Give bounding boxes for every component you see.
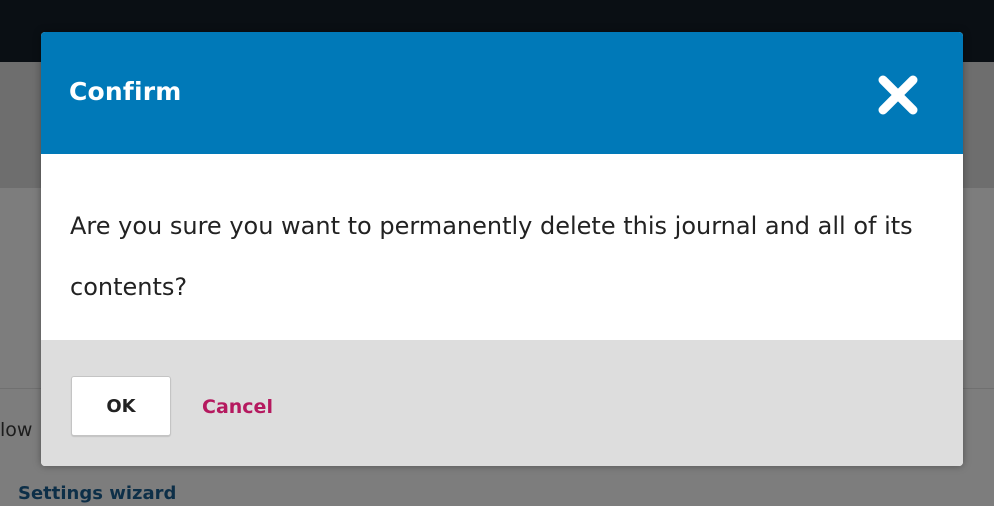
dialog-body: Are you sure you want to permanently del…	[41, 154, 963, 340]
dialog-title: Confirm	[69, 77, 182, 106]
dialog-header: Confirm	[41, 32, 963, 154]
ok-button[interactable]: OK	[71, 376, 171, 436]
close-button[interactable]	[875, 72, 921, 118]
cancel-link[interactable]: Cancel	[202, 396, 273, 418]
close-icon	[878, 75, 918, 115]
background-text-fragment: low	[0, 419, 33, 441]
confirm-message: Are you sure you want to permanently del…	[70, 212, 913, 301]
dialog-footer: OK Cancel	[41, 340, 963, 466]
settings-wizard-link[interactable]: Settings wizard	[18, 483, 176, 504]
confirm-dialog: Confirm Are you sure you want to permane…	[41, 32, 963, 466]
